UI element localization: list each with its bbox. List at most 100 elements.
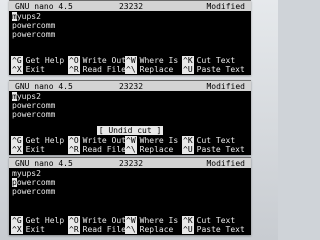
buffer-line[interactable]: powercomm — [12, 178, 248, 187]
shortcut-key: ^W — [125, 136, 137, 145]
shortcut-label: Where Is — [139, 56, 179, 65]
shortcut-label: Cut Text — [196, 136, 236, 145]
shortcut-label: Read File — [82, 225, 126, 234]
buffer-line[interactable]: myups2 — [12, 92, 248, 101]
shortcut-key: ^X — [11, 225, 23, 234]
shortcut-item[interactable]: ^U Paste Text — [182, 225, 245, 234]
shortcut-item[interactable]: ^\ Replace — [125, 225, 182, 234]
buffer-line[interactable]: myups2 — [12, 169, 248, 178]
buffer-line[interactable]: powercomm — [12, 101, 248, 110]
shortcut-label: Paste Text — [196, 65, 245, 74]
shortcut-item[interactable]: ^R Read File — [68, 225, 126, 234]
shortcut-key: ^W — [125, 56, 137, 65]
shortcut-key: ^X — [11, 145, 23, 154]
shortcut-key: ^G — [11, 216, 23, 225]
shortcut-label: Write Out — [82, 56, 126, 65]
app-version: GNU nano 4.5 — [15, 81, 73, 91]
shortcut-item[interactable]: ^K Cut Text — [182, 56, 239, 65]
shortcut-key: ^\ — [125, 65, 137, 74]
shortcut-key: ^R — [68, 65, 80, 74]
shortcut-item[interactable]: ^\ Replace — [125, 65, 182, 74]
buffer-line[interactable]: powercomm — [12, 30, 248, 39]
shortcut-label: Write Out — [82, 216, 126, 225]
shortcut-label: Read File — [82, 145, 126, 154]
shortcut-label: Exit — [25, 145, 45, 154]
shortcut-key: ^O — [68, 216, 80, 225]
shortcut-label: Where Is — [139, 216, 179, 225]
shortcut-key: ^X — [11, 65, 23, 74]
nano-title-bar: GNU nano 4.5 23232 Modified — [9, 81, 251, 91]
shortcut-list: ^G Get Help ^O Write Out ^W Where Is ^K Cut Tex… — [9, 136, 251, 154]
shortcut-item[interactable]: ^U Paste Text — [182, 65, 245, 74]
buffer-line[interactable]: powercomm — [12, 187, 248, 196]
shortcut-key: ^O — [68, 136, 80, 145]
shortcut-key: ^R — [68, 225, 80, 234]
shortcut-item[interactable]: ^R Read File — [68, 145, 126, 154]
file-name: 23232 — [118, 158, 144, 168]
line-text: yups2 — [16, 12, 41, 21]
shortcut-list: ^G Get Help ^O Write Out ^W Where Is ^K Cut Tex… — [9, 56, 251, 74]
shortcut-label: Exit — [25, 65, 45, 74]
shortcut-label: Cut Text — [196, 216, 236, 225]
shortcut-label: Paste Text — [196, 225, 245, 234]
file-name: 23232 — [118, 1, 144, 11]
nano-terminal-1[interactable]: GNU nano 4.5 23232 Modified myups2 powercomm… — [9, 0, 251, 75]
shortcut-row: ^X Exit ^R Read File ^\ Replace ^U Paste Text — [11, 225, 251, 234]
shortcut-key: ^U — [182, 145, 194, 154]
app-version: GNU nano 4.5 — [15, 1, 73, 11]
shortcut-item[interactable]: ^U Paste Text — [182, 145, 245, 154]
shortcut-label: Get Help — [25, 136, 65, 145]
shortcut-label: Read File — [82, 65, 126, 74]
nano-title-bar: GNU nano 4.5 23232 Modified — [9, 1, 251, 11]
line-text: owercomm — [16, 178, 56, 187]
buffer-line[interactable]: powercomm — [12, 110, 248, 119]
edit-buffer[interactable]: myups2 powercomm powercomm — [9, 91, 251, 119]
shortcut-key: ^K — [182, 136, 194, 145]
shortcut-key: ^O — [68, 56, 80, 65]
shortcut-key: ^R — [68, 145, 80, 154]
nano-terminal-3[interactable]: GNU nano 4.5 23232 Modified myups2 powercomm… — [9, 157, 251, 235]
shortcut-key: ^G — [11, 56, 23, 65]
shortcut-item[interactable]: ^O Write Out — [68, 216, 126, 225]
shortcut-label: Get Help — [25, 216, 65, 225]
shortcut-item[interactable]: ^K Cut Text — [182, 216, 239, 225]
shortcut-item[interactable]: ^X Exit — [11, 65, 68, 74]
shortcut-row: ^X Exit ^R Read File ^\ Replace ^U Paste Text — [11, 65, 251, 74]
shortcut-item[interactable]: ^X Exit — [11, 145, 68, 154]
shortcut-key: ^G — [11, 136, 23, 145]
shortcut-item[interactable]: ^G Get Help — [11, 56, 68, 65]
shortcut-label: Exit — [25, 225, 45, 234]
shortcut-item[interactable]: ^O Write Out — [68, 56, 126, 65]
shortcut-item[interactable]: ^R Read File — [68, 65, 126, 74]
shortcut-item[interactable]: ^\ Replace — [125, 145, 182, 154]
shortcut-key: ^\ — [125, 145, 137, 154]
status-message: [ Undid cut ] — [96, 126, 164, 135]
shortcut-key: ^U — [182, 65, 194, 74]
shortcut-key: ^U — [182, 225, 194, 234]
shortcut-item[interactable]: ^W Where Is — [125, 216, 182, 225]
shortcut-row: ^G Get Help ^O Write Out ^W Where Is ^K Cut Tex… — [11, 136, 251, 145]
shortcut-key: ^W — [125, 216, 137, 225]
screenshot-stack: GNU nano 4.5 23232 Modified myups2 powercomm… — [0, 0, 278, 240]
nano-terminal-2[interactable]: GNU nano 4.5 23232 Modified myups2 powercomm… — [9, 80, 251, 155]
shortcut-key: ^K — [182, 56, 194, 65]
buffer-line[interactable]: powercomm — [12, 21, 248, 30]
modified-indicator: Modified — [206, 1, 245, 11]
shortcut-item[interactable]: ^G Get Help — [11, 136, 68, 145]
shortcut-item[interactable]: ^K Cut Text — [182, 136, 239, 145]
shortcut-item[interactable]: ^G Get Help — [11, 216, 68, 225]
edit-buffer[interactable]: myups2 powercomm powercomm — [9, 11, 251, 39]
shortcut-row: ^G Get Help ^O Write Out ^W Where Is ^K Cut Tex… — [11, 56, 251, 65]
modified-indicator: Modified — [206, 158, 245, 168]
buffer-line[interactable]: myups2 — [12, 12, 248, 21]
shortcut-label: Cut Text — [196, 56, 236, 65]
shortcut-item[interactable]: ^W Where Is — [125, 56, 182, 65]
edit-buffer[interactable]: myups2 powercomm powercomm — [9, 168, 251, 196]
modified-indicator: Modified — [206, 81, 245, 91]
shortcut-label: Where Is — [139, 136, 179, 145]
shortcut-item[interactable]: ^W Where Is — [125, 136, 182, 145]
status-bar: [ Undid cut ] — [9, 126, 251, 135]
shortcut-item[interactable]: ^O Write Out — [68, 136, 126, 145]
file-name: 23232 — [118, 81, 144, 91]
shortcut-item[interactable]: ^X Exit — [11, 225, 68, 234]
